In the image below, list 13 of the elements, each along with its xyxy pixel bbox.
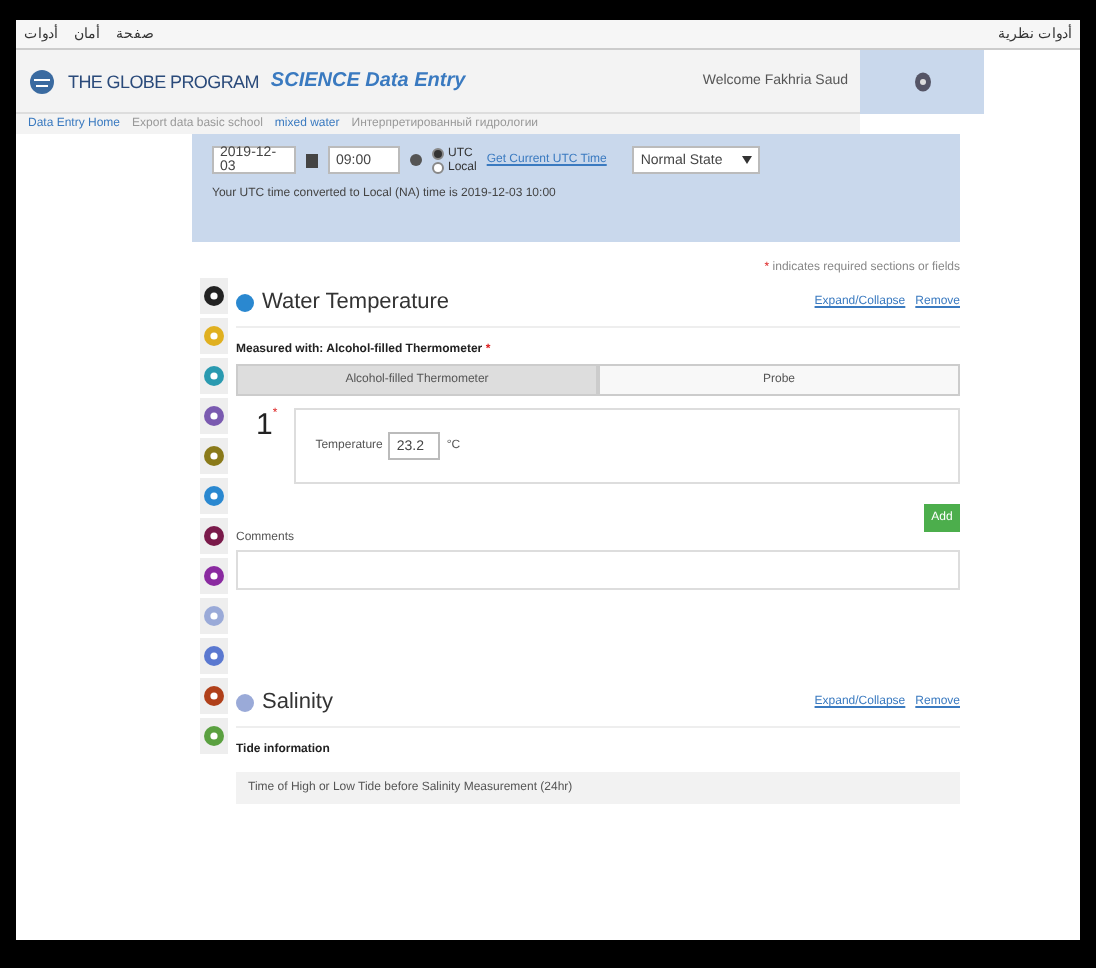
water-drop-icon	[236, 293, 254, 311]
program-logo-text: THE GLOBE PROGRAM	[68, 71, 259, 91]
protocol-icon[interactable]	[204, 526, 224, 546]
comments-field[interactable]	[236, 550, 960, 590]
app-title: SCIENCE Data Entry	[270, 70, 466, 92]
calendar-icon[interactable]	[306, 153, 318, 167]
protocol-icon[interactable]	[204, 286, 224, 306]
section-title: Water Temperature	[262, 290, 450, 314]
clock-icon[interactable]	[410, 154, 422, 166]
section-title: Salinity	[262, 690, 333, 714]
dropdown-icon	[742, 156, 753, 164]
salinity-icon	[236, 693, 254, 711]
protocol-icon[interactable]	[204, 566, 224, 586]
